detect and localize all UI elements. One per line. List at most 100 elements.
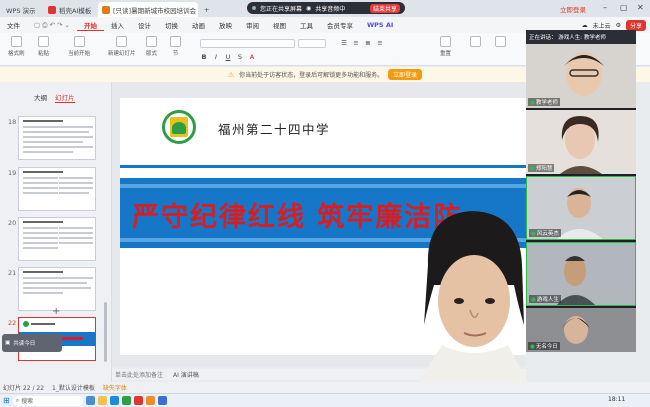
menu-animation[interactable]: 动画 <box>185 20 212 30</box>
settings-icon[interactable]: ⚙ <box>616 22 621 29</box>
wps-icon[interactable] <box>133 396 143 405</box>
tab-template[interactable]: 稻壳AI模板 <box>44 2 96 17</box>
wps-ai-button[interactable]: WPS AI <box>360 21 400 29</box>
menu-insert[interactable]: 插入 <box>104 20 131 30</box>
wps-ppt-icon[interactable] <box>145 396 155 405</box>
video-tile[interactable]: ●教学老师 <box>526 44 636 108</box>
play-from-current-button[interactable]: 当前开始 <box>68 36 90 57</box>
bullet-list-icon[interactable]: ☰ <box>340 39 348 47</box>
tab-label: 稻壳AI模板 <box>59 6 92 15</box>
slide-thumbnail[interactable] <box>18 267 96 311</box>
underline-icon[interactable]: U <box>224 53 232 61</box>
video-tile[interactable]: ●郑阳慧 <box>526 110 636 174</box>
ribbon-label: 粘贴 <box>38 51 50 57</box>
slide-thumbnail[interactable] <box>18 116 96 160</box>
missing-font-indicator[interactable]: 缺失字体 <box>103 383 127 392</box>
file-explorer-icon[interactable] <box>97 396 107 405</box>
taskview-icon[interactable] <box>85 396 95 405</box>
slide-thumbnail[interactable] <box>18 167 96 211</box>
unsynced-label[interactable]: 未上云 <box>593 21 611 30</box>
minimize-icon[interactable]: – <box>603 3 607 12</box>
font-size-select[interactable] <box>298 39 326 48</box>
menu-review[interactable]: 审阅 <box>239 20 266 30</box>
textbox-icon <box>495 36 506 47</box>
font-color-icon[interactable]: A <box>248 53 256 61</box>
mic-icon: ● <box>531 231 536 237</box>
menu-home[interactable]: 开始 <box>76 20 104 31</box>
close-window-icon[interactable]: ✕ <box>637 3 644 12</box>
new-slide-button[interactable]: 新建幻灯片 <box>108 36 136 57</box>
menu-icons: ▢ ⎙ ↶ ↷ ⌄ <box>34 20 70 29</box>
share-button[interactable]: 分享 <box>625 19 646 31</box>
slogan-text: 严守纪律红线 筑牢廉洁防 <box>132 202 463 233</box>
thumbnail-scrollbar[interactable] <box>104 302 107 362</box>
mic-icon: ● <box>530 344 535 350</box>
tab-document[interactable]: [只读]暑期新城市校园培训会 ✕ <box>98 2 198 17</box>
menu-design[interactable]: 设计 <box>131 20 158 30</box>
wechat-icon[interactable] <box>121 396 131 405</box>
slide-thumbnail-panel: 大纲 幻灯片 18 19 20 21 22 ▣ 共读今日 + <box>0 82 112 382</box>
paste-button[interactable]: 粘贴 <box>38 36 49 57</box>
slide-number-current: 22 <box>8 319 17 327</box>
ribbon-label: 新建幻灯片 <box>108 51 136 57</box>
font-family-select[interactable] <box>200 39 295 48</box>
tab-wps-home[interactable]: WPS 演示 <box>2 2 42 17</box>
shapes-button[interactable] <box>470 36 481 49</box>
end-share-button[interactable]: 结束共享 <box>369 3 400 13</box>
title-tab-bar: WPS 演示 稻壳AI模板 [只读]暑期新城市校园培训会 ✕ + 您正在共享屏幕… <box>0 0 650 17</box>
video-tile-active[interactable]: ●游戏人生 <box>526 242 636 306</box>
template-name[interactable]: 1_默认设计模板 <box>52 383 95 392</box>
menu-slideshow[interactable]: 放映 <box>212 20 239 30</box>
plus-icon: + <box>204 5 210 14</box>
number-list-icon[interactable]: ≡ <box>352 39 360 47</box>
align-center-icon[interactable]: ≡ <box>376 39 384 47</box>
bold-icon[interactable]: B <box>200 53 208 61</box>
chat-label: 共读今日 <box>13 341 36 347</box>
menu-transition[interactable]: 切换 <box>158 20 185 30</box>
participant-name: ●游戏人生 <box>529 295 561 303</box>
menu-membership[interactable]: 会员专享 <box>320 20 360 30</box>
search-label: 搜索 <box>21 398 34 405</box>
notice-login-button[interactable]: 立即登录 <box>388 69 423 80</box>
edge-icon[interactable] <box>109 396 119 405</box>
cloud-icon: ☁ <box>581 21 588 29</box>
taskbar-search[interactable]: ⌕ 搜索 <box>12 395 83 406</box>
meeting-app-icon[interactable] <box>157 396 167 405</box>
video-tile[interactable]: ●风云英杰 <box>526 176 636 240</box>
play-icon <box>73 36 85 47</box>
text-format-row: B I U S A <box>200 53 256 61</box>
notice-text: 你当前处于访客状态，登录后可解锁更多功能和服务。 <box>239 72 384 79</box>
add-slide-button[interactable]: + <box>52 306 60 317</box>
format-painter-button[interactable]: 格式刷 <box>8 36 25 57</box>
menu-tools[interactable]: 工具 <box>293 20 320 30</box>
participant-name: ●郑阳慧 <box>528 164 555 172</box>
textbox-button[interactable] <box>495 36 506 49</box>
login-button[interactable]: 立即登录 <box>560 4 586 14</box>
maximize-icon[interactable]: ▢ <box>620 3 628 12</box>
slide-thumbnail[interactable] <box>18 217 96 261</box>
school-logo <box>162 110 196 144</box>
menu-view[interactable]: 视图 <box>266 20 293 30</box>
section-button[interactable]: 节 <box>170 36 181 57</box>
ai-speech-button[interactable]: AI 演讲稿 <box>173 370 199 379</box>
new-tab-button[interactable]: + <box>200 2 214 17</box>
video-tile[interactable]: ●无名今日 <box>526 308 636 352</box>
panel-tabs: 大纲 幻灯片 <box>34 92 75 103</box>
ribbon-label: 当前开始 <box>68 51 91 57</box>
participant-name: ●无名今日 <box>528 342 560 350</box>
tab-slides[interactable]: 幻灯片 <box>55 92 75 103</box>
screen-share-indicator: 您正在共享屏幕 ◉ 共享音频中 结束共享 <box>247 2 405 14</box>
reset-button[interactable]: 重置 <box>440 36 451 57</box>
layout-button[interactable]: 版式 <box>146 36 157 57</box>
slide-number: 21 <box>8 269 17 277</box>
align-left-icon[interactable]: ≣ <box>364 39 372 47</box>
mic-icon: ● <box>530 100 535 106</box>
windows-start-icon[interactable]: ⊞ <box>3 396 10 405</box>
strikethrough-icon[interactable]: S <box>236 53 244 61</box>
search-icon: ⌕ <box>15 396 20 404</box>
italic-icon[interactable]: I <box>212 53 220 61</box>
floating-chat-bubble[interactable]: ▣ 共读今日 <box>2 334 62 352</box>
menu-file[interactable]: 文件 <box>0 20 27 30</box>
tab-outline[interactable]: 大纲 <box>34 92 47 103</box>
notes-placeholder[interactable]: 单击此处添加备注 <box>115 370 163 379</box>
